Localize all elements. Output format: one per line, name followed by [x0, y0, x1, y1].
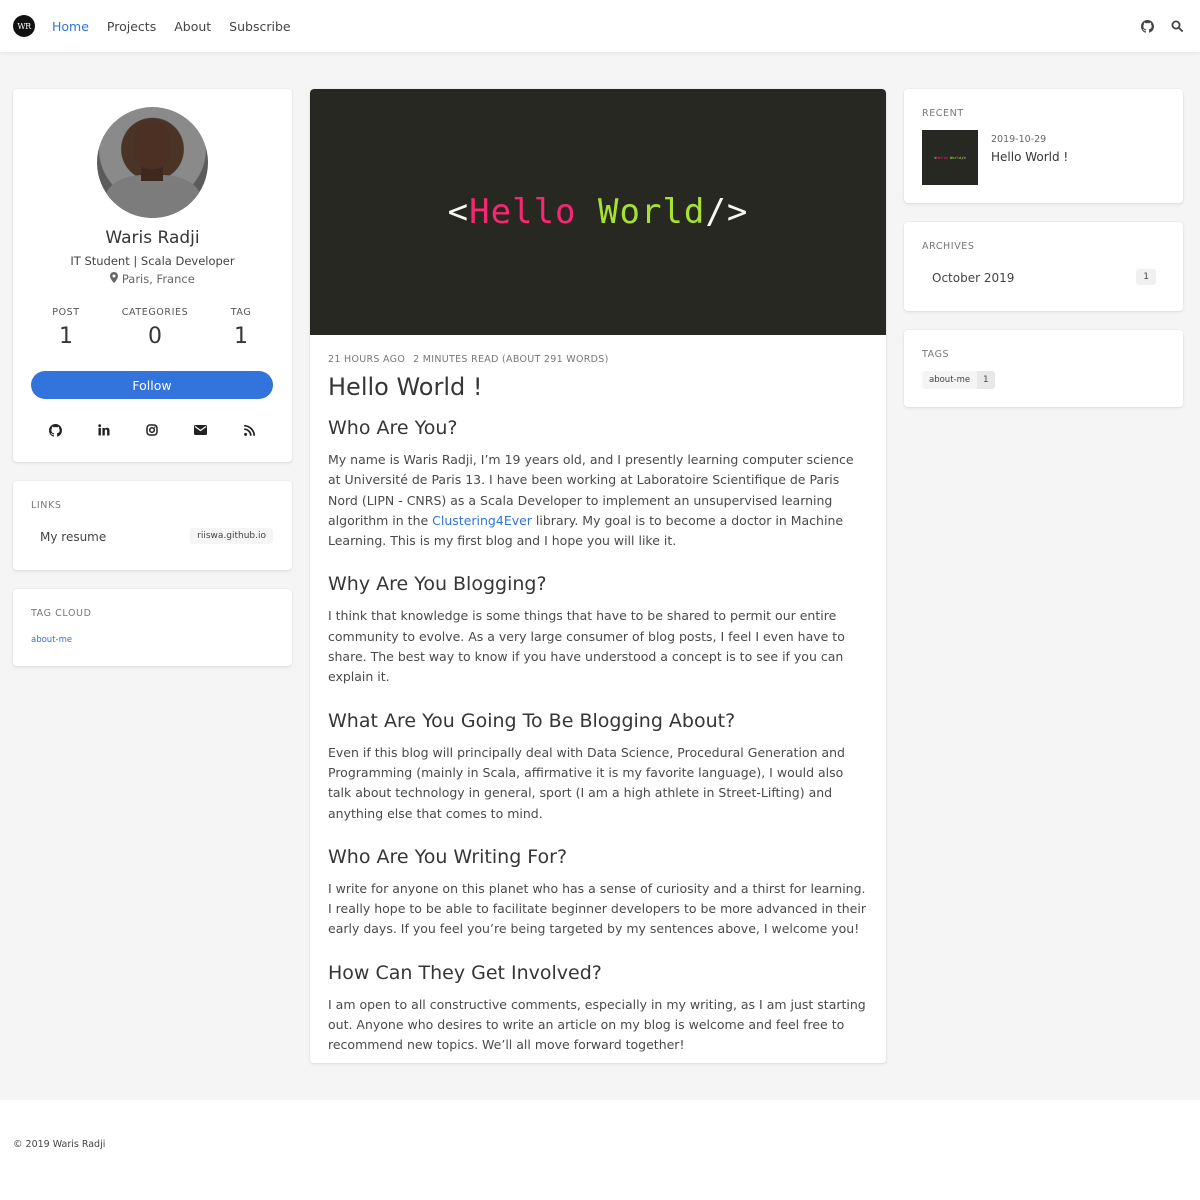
post-heading: Why Are You Blogging? [328, 573, 547, 596]
tag-cloud-item[interactable]: about-me [31, 635, 72, 645]
location-text: Paris, France [121, 272, 195, 286]
nav-links: Home Projects About Subscribe [52, 0, 309, 52]
follow-button[interactable]: Follow [31, 371, 273, 399]
post-paragraph: I think that knowledge is some things th… [328, 608, 845, 685]
navbar: WR Home Projects About Subscribe [0, 0, 1200, 52]
email-icon[interactable] [193, 423, 207, 437]
footer-copyright: © 2019 Waris Radji [13, 1139, 106, 1150]
linkedin-icon[interactable] [97, 423, 111, 437]
tag-item[interactable]: about-me 1 [922, 371, 995, 389]
post-paragraph: My name is Waris Radji, I’m 19 years old… [328, 452, 854, 549]
map-marker-icon [110, 272, 119, 286]
link-resume[interactable]: My resume riiswa.github.io [31, 527, 273, 547]
nav-link-subscribe[interactable]: Subscribe [229, 19, 290, 34]
links-card: LINKS My resume riiswa.github.io [13, 481, 292, 570]
stat-label: TAG [230, 307, 252, 318]
nav-link-home[interactable]: Home [52, 19, 89, 34]
link-url-badge: riiswa.github.io [190, 528, 273, 544]
post-read-time: 2 MINUTES READ (ABOUT 291 WORDS) [413, 354, 609, 365]
post-paragraph: I am open to all constructive comments, … [328, 996, 866, 1053]
stat-posts[interactable]: POST 1 [26, 307, 106, 349]
recent-card: RECENT < Hello World/> 2019-10-29 Hello W… [904, 89, 1183, 203]
post-time: 21 HOURS AGO [328, 354, 406, 365]
hero-code-text: <Hello World/> [447, 192, 749, 232]
post-hero-image: <Hello World/> [310, 89, 886, 335]
stat-categories[interactable]: CATEGORIES 0 [115, 307, 195, 349]
avatar [97, 107, 208, 218]
rss-icon[interactable] [242, 423, 256, 437]
archives-card: ARCHIVES October 2019 1 [904, 222, 1183, 311]
tag-count-badge: 1 [977, 371, 995, 389]
post-title: Hello World ! [328, 373, 483, 401]
nav-link-projects[interactable]: Projects [107, 19, 156, 34]
post-paragraph: Even if this blog will principally deal … [328, 744, 845, 821]
recent-post-title[interactable]: Hello World ! [991, 150, 1068, 164]
links-card-title: LINKS [31, 500, 62, 511]
recent-card-title: RECENT [922, 108, 964, 119]
archive-label: October 2019 [932, 271, 1015, 285]
github-icon[interactable] [48, 423, 62, 437]
post-heading: Who Are You Writing For? [328, 845, 568, 868]
clustering4ever-link[interactable]: Clustering4Ever [432, 513, 532, 528]
site-logo[interactable]: WR [13, 15, 35, 37]
post-heading: How Can They Get Involved? [328, 961, 602, 984]
stat-value: 0 [148, 324, 162, 349]
post-card: <Hello World/> 21 HOURS AGO 2 MINUTES REA… [310, 89, 886, 1063]
tag-name: about-me [922, 371, 978, 389]
profile-card: Waris Radji IT Student | Scala Developer… [13, 89, 292, 462]
profile-title: IT Student | Scala Developer [70, 254, 235, 268]
recent-post-thumbnail[interactable]: < Hello World/> [922, 130, 978, 185]
instagram-icon[interactable] [145, 423, 159, 437]
post-meta: 21 HOURS AGO 2 MINUTES READ (ABOUT 291 WO… [328, 354, 870, 365]
post-heading: What Are You Going To Be Blogging About? [328, 709, 736, 732]
post-paragraph: I write for anyone on this planet who ha… [328, 880, 866, 937]
stat-label: CATEGORIES [121, 307, 189, 318]
stat-label: POST [52, 307, 80, 318]
tags-card: TAGS about-me 1 [904, 330, 1183, 407]
github-icon[interactable] [1140, 19, 1154, 33]
search-icon[interactable] [1170, 19, 1184, 33]
footer: © 2019 Waris Radji [0, 1100, 1200, 1200]
tag-cloud-title: TAG CLOUD [31, 608, 92, 619]
link-label: My resume [40, 530, 107, 544]
tag-cloud-card: TAG CLOUD about-me [13, 589, 292, 666]
archives-card-title: ARCHIVES [922, 241, 975, 252]
tags-card-title: TAGS [922, 349, 950, 360]
post-body: 21 HOURS AGO 2 MINUTES READ (ABOUT 291 WO… [328, 354, 870, 1056]
post-heading: Who Are You? [328, 417, 458, 439]
stat-value: 1 [234, 324, 248, 349]
recent-post-date: 2019-10-29 [991, 134, 1047, 145]
profile-name: Waris Radji [105, 228, 200, 248]
archive-count-badge: 1 [1136, 269, 1156, 285]
stat-tags[interactable]: TAG 1 [201, 307, 281, 349]
profile-location: Paris, France [13, 272, 292, 286]
stat-value: 1 [59, 324, 73, 349]
archive-item[interactable]: October 2019 1 [922, 268, 1156, 288]
nav-link-about[interactable]: About [174, 19, 211, 34]
nav-icons [1124, 0, 1184, 52]
